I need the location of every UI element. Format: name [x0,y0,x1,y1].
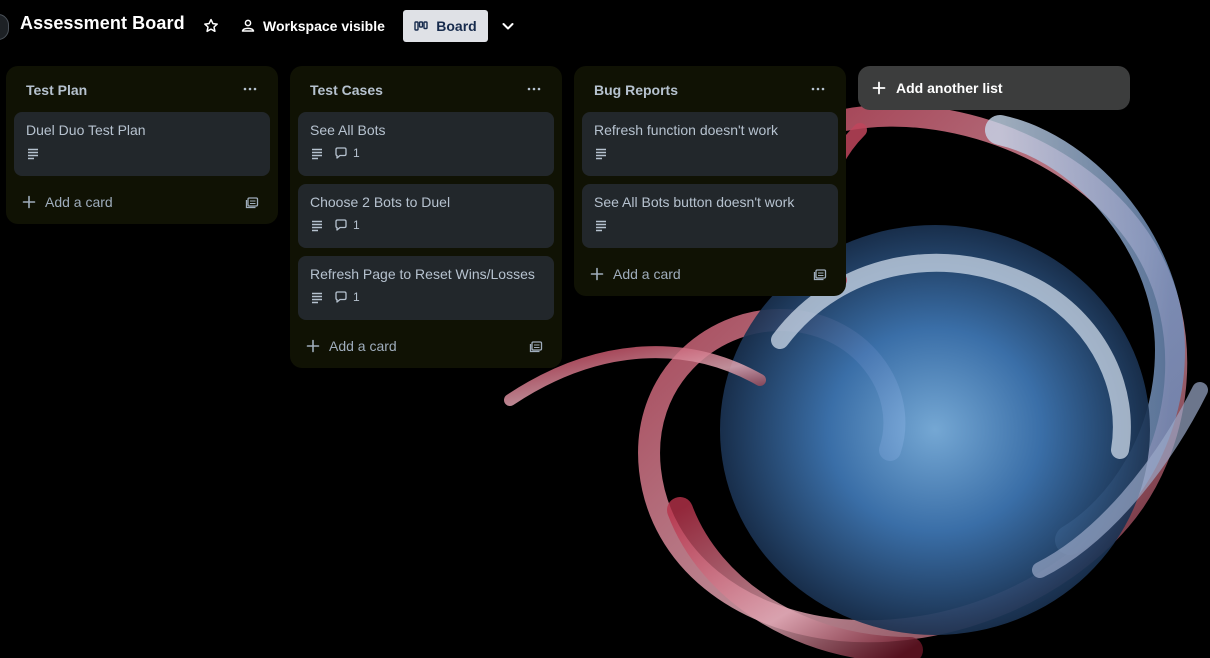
list-header: Test Plan [14,66,270,112]
board-title[interactable]: Assessment Board [20,13,185,34]
comment-icon [335,147,347,159]
card-badges: 1 [310,217,542,233]
card-badges: 1 [310,289,542,305]
template-icon [813,269,827,281]
comment-count: 1 [353,290,360,304]
create-from-template-button[interactable] [808,262,832,286]
card-title: See All Bots button doesn't work [594,194,795,210]
comment-count: 1 [353,218,360,232]
card-title: Duel Duo Test Plan [26,122,146,138]
add-card-button[interactable]: Add a card [22,194,113,210]
template-icon [529,341,543,353]
card[interactable]: Duel Duo Test Plan [14,112,270,176]
description-icon [312,292,322,304]
card[interactable]: Refresh function doesn't work [582,112,838,176]
plus-icon [306,339,320,353]
card-badges [594,217,826,233]
comment-badge: 1 [334,146,360,160]
comment-count: 1 [353,146,360,160]
template-icon [245,197,259,209]
card[interactable]: Refresh Page to Reset Wins/Losses 1 [298,256,554,320]
people-icon [241,19,255,32]
list-menu-button[interactable] [806,77,830,101]
list-menu-button[interactable] [238,77,262,101]
list-footer: Add a card [14,180,270,224]
add-list-button[interactable]: Add another list [858,66,1130,110]
add-card-button[interactable]: Add a card [306,338,397,354]
list-test-cases: Test Cases See All Bots 1 Choose 2 Bots … [290,66,562,368]
card-title: Refresh function doesn't work [594,122,778,138]
card-badges [594,145,826,161]
comment-badge: 1 [334,290,360,304]
card-badges: 1 [310,145,542,161]
card-title: See All Bots [310,122,386,138]
plus-icon [872,81,886,95]
list-footer: Add a card [582,252,838,296]
list-header: Test Cases [298,66,554,112]
star-button[interactable] [199,13,223,39]
list-title[interactable]: Bug Reports [594,82,678,98]
card[interactable]: See All Bots 1 [298,112,554,176]
add-list-label: Add another list [896,80,1003,96]
plus-icon [22,195,36,209]
chevron-down-icon [502,23,514,30]
list-title[interactable]: Test Plan [26,82,87,98]
create-from-template-button[interactable] [240,190,264,214]
visibility-label: Workspace visible [263,18,385,34]
list-header: Bug Reports [582,66,838,112]
sidebar-toggle[interactable] [0,14,9,40]
star-icon [204,18,218,33]
card-title: Refresh Page to Reset Wins/Losses [310,266,535,282]
more-icon [243,87,257,91]
list-bug-reports: Bug Reports Refresh function doesn't wor… [574,66,846,296]
card[interactable]: Choose 2 Bots to Duel 1 [298,184,554,248]
description-icon [28,148,38,160]
create-from-template-button[interactable] [524,334,548,358]
comment-badge: 1 [334,218,360,232]
card-badges [26,145,258,161]
card-title: Choose 2 Bots to Duel [310,194,451,210]
board-header: Assessment Board Workspace visible Board [0,0,1210,52]
add-card-label: Add a card [329,338,397,354]
view-switcher-button[interactable] [496,13,520,39]
visibility-button[interactable]: Workspace visible [240,12,385,40]
comment-icon [335,291,347,303]
add-card-button[interactable]: Add a card [590,266,681,282]
add-card-label: Add a card [45,194,113,210]
description-icon [312,220,322,232]
more-icon [527,87,541,91]
add-card-label: Add a card [613,266,681,282]
list-title[interactable]: Test Cases [310,82,383,98]
description-icon [596,220,606,232]
list-footer: Add a card [298,324,554,368]
board-canvas: Assessment Board Workspace visible Board [0,0,1210,658]
board-view-button[interactable]: Board [403,10,488,42]
board-view-label: Board [436,18,477,34]
list-test-plan: Test Plan Duel Duo Test Plan Add a card [6,66,278,224]
more-icon [811,87,825,91]
list-menu-button[interactable] [522,77,546,101]
plus-icon [590,267,604,281]
board-view-icon [414,21,428,31]
card[interactable]: See All Bots button doesn't work [582,184,838,248]
description-icon [312,148,322,160]
description-icon [596,148,606,160]
comment-icon [335,219,347,231]
